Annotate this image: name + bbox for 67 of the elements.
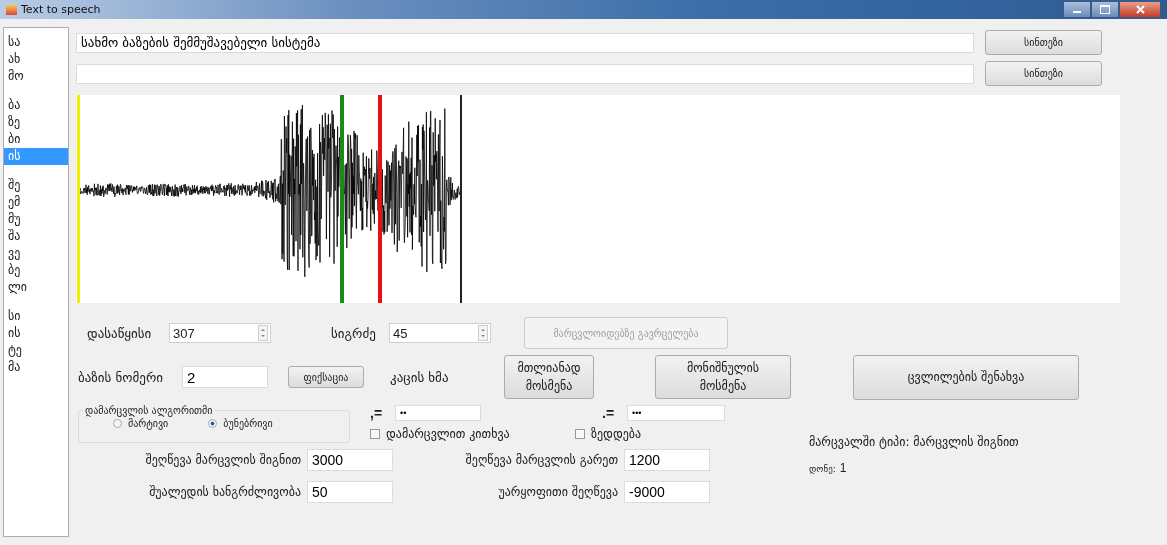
syllable-item[interactable]: ის <box>4 325 68 342</box>
syllable-item[interactable]: სა <box>4 34 68 51</box>
minimize-button[interactable] <box>1063 1 1091 18</box>
fix-button[interactable]: ფიქსაცია <box>288 366 364 388</box>
base-number-field[interactable]: 2 <box>182 366 268 388</box>
marker-line[interactable] <box>77 95 80 303</box>
text-field[interactable]: სახმო ბაზების შემმუშავებელი სისტემა <box>76 32 974 53</box>
syllable-item[interactable]: ბი <box>4 131 68 148</box>
level-value: 1 <box>839 461 847 475</box>
app-icon <box>6 4 17 15</box>
close-button[interactable] <box>1119 1 1161 18</box>
parameter-field[interactable]: 3000 <box>307 449 393 471</box>
spin-arrows-icon[interactable] <box>258 325 268 341</box>
syllable-item[interactable]: მა <box>4 359 68 376</box>
syllable-item[interactable]: ზე <box>4 114 68 131</box>
radio-option[interactable]: ბუნებრივი <box>208 418 273 429</box>
checkbox-option[interactable]: დამარცვლით კითხვა <box>370 427 575 441</box>
radio-icon[interactable] <box>113 419 122 428</box>
syllable-item[interactable]: ემ <box>4 194 68 211</box>
syllable-item[interactable]: ბე <box>4 262 68 279</box>
syllable-item[interactable]: მუ <box>4 211 68 228</box>
length-label: სიგრძე <box>331 325 377 341</box>
level-label: დონე: <box>809 464 836 474</box>
voice-label: კაცის ხმა <box>390 369 450 385</box>
parameter-field[interactable]: 1200 <box>624 449 710 471</box>
checkbox-icon[interactable] <box>370 429 380 439</box>
parameter-label: შეღწევა მარცვლის შიგნით <box>145 453 301 467</box>
syllable-list[interactable]: სა ახ მო ბა ზე ბი ის შე ემ მუ შა ვე ბე ლი სი ის ტე მა <box>3 27 69 537</box>
syllable-item[interactable]: ლი <box>4 279 68 296</box>
separator-field[interactable]: ••• <box>627 405 725 421</box>
syllable-item[interactable]: ტე <box>4 342 68 359</box>
maximize-button[interactable] <box>1091 1 1119 18</box>
length-spinbox[interactable]: 45 <box>389 323 491 343</box>
radio-option[interactable]: მარტივი <box>113 418 169 429</box>
syllable-item[interactable]: სი <box>4 308 68 325</box>
syllable-type-text: მარცვალში ტიპი: მარცვლის შიგნით <box>809 435 1019 449</box>
checkbox-option[interactable]: ზედდება <box>575 427 780 441</box>
syllable-item[interactable]: ახ <box>4 51 68 68</box>
syllable-item[interactable]: შა <box>4 228 68 245</box>
close-icon[interactable] <box>1135 5 1145 14</box>
parameter-label: შუალედის ხანგრძლივობა <box>149 485 301 499</box>
parameter-label: შეღწევა მარცვლის გარეთ <box>465 453 618 467</box>
listen-all-button[interactable]: მთლიანად მოსმენა <box>504 355 594 399</box>
syllable-item[interactable]: მო <box>4 68 68 85</box>
checkbox-icon[interactable] <box>575 429 585 439</box>
parameter-field[interactable]: 50 <box>307 481 393 503</box>
parameter-label: უარყოფითი შეღწევა <box>498 485 618 499</box>
syllable-item[interactable]: ვე <box>4 245 68 262</box>
synthesize-button[interactable]: სინთეზი <box>985 30 1102 55</box>
radio-icon[interactable] <box>208 419 218 428</box>
syllable-item[interactable]: შე <box>4 177 68 194</box>
parameter-field[interactable]: -9000 <box>624 481 710 503</box>
base-number-label: ბაზის ნომერი <box>78 369 164 385</box>
synthesize-button[interactable]: სინთეზი <box>985 61 1102 86</box>
listen-selected-button[interactable]: მონიშნულის მოსმენა <box>655 355 791 399</box>
separator-label: ,= <box>370 405 384 421</box>
spin-arrows-icon[interactable] <box>478 325 488 341</box>
window-title: Text to speech <box>21 3 101 16</box>
group-title: დამარცვლის ალგორითმი <box>84 405 214 416</box>
start-label: დასაწყისი <box>87 325 153 341</box>
separator-label: .= <box>602 405 616 421</box>
separator-field[interactable]: •• <box>395 405 481 421</box>
marker-line[interactable] <box>460 95 462 303</box>
start-spinbox[interactable]: 307 <box>169 323 271 343</box>
syllable-item[interactable]: ბა <box>4 97 68 114</box>
text-field[interactable] <box>76 63 974 84</box>
save-button[interactable]: ცვლილების შენახვა <box>853 354 1079 400</box>
